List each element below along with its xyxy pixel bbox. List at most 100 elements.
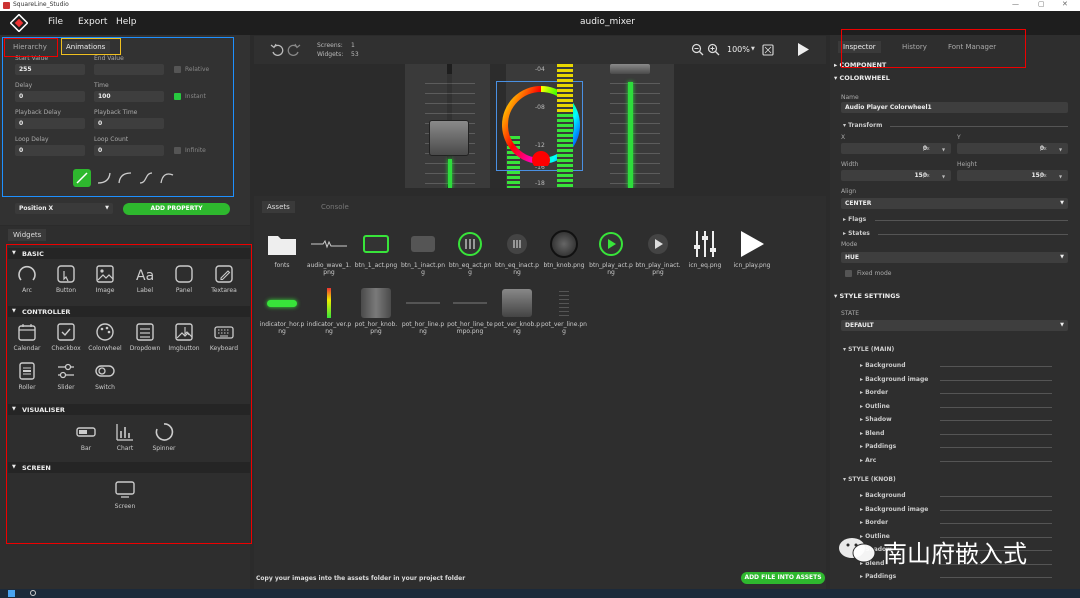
zoom-level[interactable]: 100% (727, 45, 750, 54)
search-icon[interactable] (30, 590, 36, 596)
close-icon[interactable]: ✕ (1062, 0, 1068, 8)
asset-item[interactable]: indicator_hor.png (259, 287, 305, 335)
divider (940, 577, 1052, 578)
menu-help[interactable]: Help (116, 17, 137, 27)
asset-item[interactable]: btn_play_inact.png (635, 228, 681, 276)
y-unit-dropdown-icon[interactable]: ▼ (1059, 147, 1062, 152)
windows-start-icon[interactable] (8, 590, 15, 597)
mode-select[interactable]: HUE ▼ (841, 252, 1068, 263)
divider (940, 420, 1052, 421)
asset-item[interactable]: btn_eq_act.png (447, 228, 493, 276)
asset-label: indicator_ver.png (306, 321, 352, 335)
tab-assets[interactable]: Assets (262, 201, 295, 213)
os-taskbar (0, 589, 1080, 598)
eq-inactive-icon (507, 234, 527, 254)
y-label: Y (957, 134, 961, 141)
asset-item[interactable]: audio_wave_1.png (306, 228, 352, 276)
asset-item[interactable]: btn_eq_inact.png (494, 228, 540, 276)
menu-export[interactable]: Export (78, 17, 107, 27)
style-property-item[interactable]: ▸ Blend (860, 430, 884, 437)
fixed-mode-checkbox[interactable] (845, 270, 852, 277)
style-property-item[interactable]: ▸ Shadow (860, 416, 892, 423)
asset-item[interactable]: icn_eq.png (682, 228, 728, 269)
asset-item[interactable]: fonts (259, 228, 305, 269)
asset-label: icn_play.png (733, 262, 771, 269)
asset-item[interactable]: pot_ver_knob.png (494, 287, 540, 335)
tab-console[interactable]: Console (316, 201, 354, 213)
x-unit-dropdown-icon[interactable]: ▼ (942, 147, 945, 152)
y-unit[interactable]: px (1040, 146, 1047, 152)
asset-item[interactable]: icn_play.png (729, 228, 775, 269)
tab-widgets[interactable]: Widgets (8, 229, 47, 241)
mode-label: Mode (841, 241, 858, 248)
play-icon[interactable] (796, 42, 810, 57)
style-property-item[interactable]: ▸ Border (860, 389, 888, 396)
asset-item[interactable]: pot_hor_line_tempo.png (447, 287, 493, 335)
asset-item[interactable]: pot_hor_line.png (400, 287, 446, 335)
asset-item[interactable]: pot_ver_line.png (541, 287, 587, 335)
y-field[interactable]: 0 (957, 143, 1068, 154)
colorwheel-header-label: COLORWHEEL (839, 74, 890, 82)
states-header[interactable]: ▸ States (843, 230, 870, 237)
style-property-item[interactable]: ▸ Background image (860, 376, 928, 383)
style-property-item[interactable]: ▸ Paddings (860, 443, 896, 450)
asset-item[interactable]: btn_1_act.png (353, 228, 399, 269)
style-property-item[interactable]: ▸ Background (860, 362, 906, 369)
fader-knob-right[interactable] (610, 64, 650, 74)
width-field[interactable]: 150 (841, 170, 951, 181)
menu-file[interactable]: File (48, 17, 63, 27)
transform-header[interactable]: ▾ Transform (843, 122, 882, 129)
height-unit-dropdown-icon[interactable]: ▼ (1059, 174, 1062, 179)
fader-scale-right (610, 74, 660, 184)
asset-label: fonts (274, 262, 290, 269)
style-knob-header[interactable]: ▾ STYLE (KNOB) (843, 476, 896, 483)
fit-screen-icon[interactable] (762, 44, 774, 56)
undo-icon[interactable] (270, 42, 284, 56)
transform-header-label: Transform (848, 122, 883, 129)
asset-item[interactable]: indicator_ver.png (306, 287, 352, 335)
style-main-header[interactable]: ▾ STYLE (MAIN) (843, 346, 894, 353)
flags-header[interactable]: ▸ Flags (843, 216, 866, 223)
asset-item[interactable]: btn_knob.png (541, 228, 587, 269)
x-field[interactable]: 0 (841, 143, 951, 154)
height-field[interactable]: 150 (957, 170, 1068, 181)
property-select[interactable]: Position X ▼ (15, 203, 113, 214)
fixed-mode-label: Fixed mode (857, 270, 892, 277)
fader-knob[interactable] (429, 120, 469, 156)
app-icon (3, 2, 10, 9)
state-select[interactable]: DEFAULT ▼ (841, 320, 1068, 331)
maximize-icon[interactable]: ▢ (1038, 0, 1045, 8)
add-file-button[interactable]: ADD FILE INTO ASSETS (741, 572, 825, 584)
db-label: -18 (535, 180, 545, 187)
width-unit-dropdown-icon[interactable]: ▼ (942, 174, 945, 179)
style-property-item[interactable]: ▸ Paddings (860, 573, 896, 580)
zoom-out-icon[interactable] (691, 43, 704, 56)
screen-preview[interactable]: -04 -08 -12 -16 -18 (405, 64, 674, 188)
width-unit[interactable]: px (923, 173, 930, 179)
style-property-item[interactable]: ▸ Background (860, 492, 906, 499)
add-property-button[interactable]: ADD PROPERTY (123, 203, 230, 215)
colorwheel-header[interactable]: ▾ COLORWHEEL (834, 74, 890, 82)
style-property-item[interactable]: ▸ Arc (860, 457, 876, 464)
style-property-item[interactable]: ▸ Border (860, 519, 888, 526)
annotation-red-box (6, 244, 252, 544)
style-property-item[interactable]: ▸ Outline (860, 403, 890, 410)
annotation-red-box (4, 38, 58, 57)
asset-item[interactable]: pot_hor_knob.png (353, 287, 399, 335)
asset-label: btn_1_inact.png (400, 262, 446, 276)
style-property-item[interactable]: ▸ Background image (860, 506, 928, 513)
watermark-text: 南山府嵌入式 (883, 540, 1027, 568)
x-unit[interactable]: px (923, 146, 930, 152)
btn-act-thumb (363, 235, 389, 253)
zoom-in-icon[interactable] (707, 43, 720, 56)
minimize-icon[interactable]: — (1012, 0, 1019, 8)
name-field[interactable]: Audio Player Colorwheel1 (841, 102, 1068, 113)
asset-item[interactable]: btn_1_inact.png (400, 228, 446, 276)
align-select[interactable]: CENTER ▼ (841, 198, 1068, 209)
style-settings-header[interactable]: ▾ STYLE SETTINGS (834, 292, 900, 300)
zoom-dropdown-icon[interactable]: ▼ (751, 46, 755, 52)
redo-icon[interactable] (287, 42, 301, 56)
style-knob-label: STYLE (KNOB) (848, 476, 896, 483)
asset-item[interactable]: btn_play_act.png (588, 228, 634, 276)
height-unit[interactable]: px (1040, 173, 1047, 179)
